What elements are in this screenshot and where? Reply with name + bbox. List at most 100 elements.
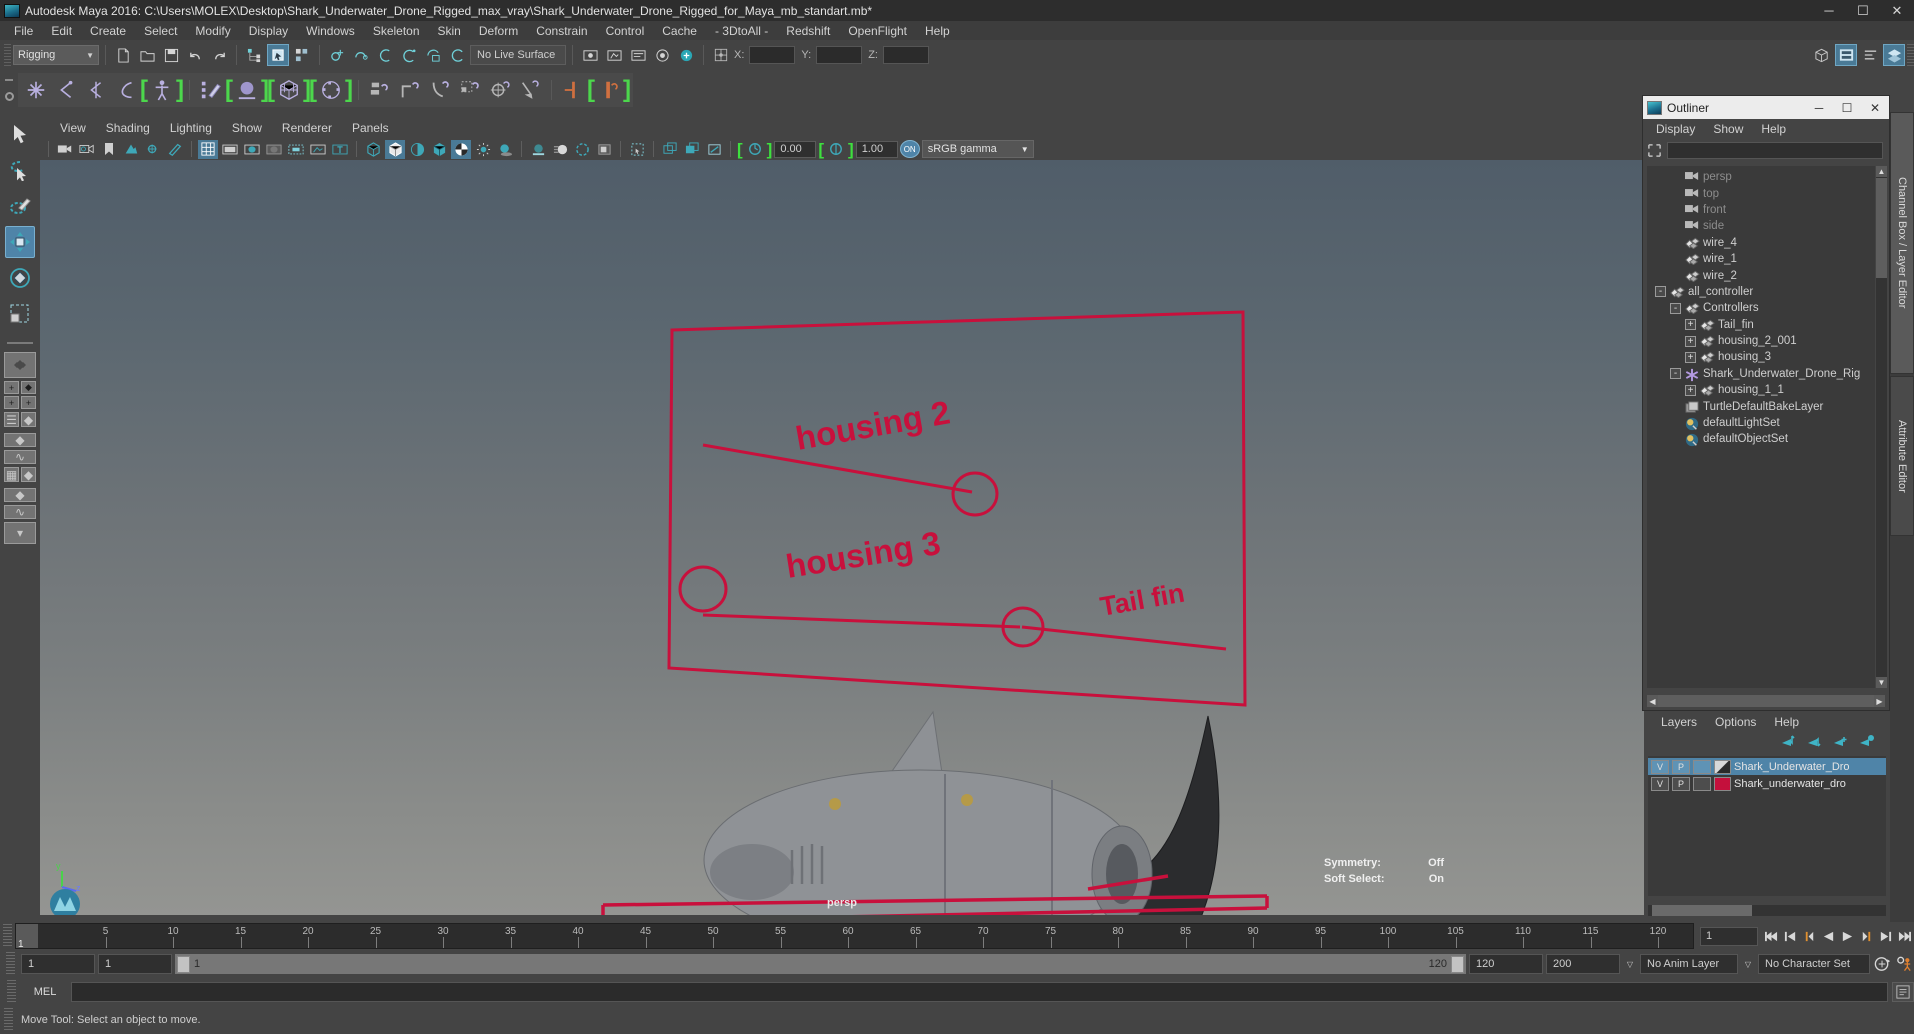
exposure-icon[interactable]	[745, 140, 765, 159]
outliner-menu-display[interactable]: Display	[1647, 121, 1704, 137]
toolbar-grip[interactable]	[4, 44, 11, 66]
snap-to-point-icon[interactable]	[374, 44, 396, 66]
move-layer-up-icon[interactable]	[1780, 734, 1798, 750]
step-back-key-icon[interactable]	[1781, 926, 1800, 946]
layout-trax-editor-icon[interactable]: ∿	[4, 505, 36, 519]
resolution-gate-icon[interactable]	[242, 140, 262, 159]
layer-menu-help[interactable]: Help	[1765, 714, 1808, 730]
layer-playback-toggle[interactable]: P	[1672, 759, 1690, 774]
layout-persp-uv-icon[interactable]: ◆	[4, 488, 36, 502]
new-scene-icon[interactable]	[112, 44, 134, 66]
outliner-search-input[interactable]	[1667, 141, 1883, 159]
menu-openflight[interactable]: OpenFlight	[839, 22, 916, 40]
scrollbar-thumb[interactable]	[1658, 695, 1874, 707]
range-start-field[interactable]: 1	[98, 954, 172, 974]
outliner-tree[interactable]: persp top front side wire_4 wire_1 wire_2- all_…	[1647, 166, 1875, 688]
collapse-icon[interactable]: -	[1670, 368, 1681, 380]
layer-list-hscrollbar[interactable]	[1648, 905, 1886, 916]
scrollbar-thumb[interactable]	[1652, 905, 1752, 916]
screen-space-ao-icon[interactable]	[528, 140, 548, 159]
move-tool-icon[interactable]	[5, 226, 35, 258]
xray-display-icon[interactable]	[308, 140, 328, 159]
outliner-close-icon[interactable]: ✕	[1861, 96, 1889, 119]
layer-visibility-toggle[interactable]: V	[1651, 759, 1669, 774]
select-tool-icon[interactable]	[5, 118, 35, 150]
range-slider[interactable]: 1 120	[175, 954, 1466, 974]
viewport-menu-panels[interactable]: Panels	[342, 120, 399, 136]
select-by-component-type-icon[interactable]	[291, 44, 313, 66]
go-to-end-icon[interactable]	[1895, 926, 1914, 946]
character-set-chevron-icon[interactable]: ▽	[1741, 954, 1755, 974]
script-editor-icon[interactable]	[1892, 982, 1914, 1002]
menu-windows[interactable]: Windows	[297, 22, 364, 40]
auto-key-icon[interactable]	[1873, 954, 1892, 974]
select-camera-icon[interactable]	[55, 140, 75, 159]
layout-four-pane-icon[interactable]: +	[21, 396, 36, 409]
lasso-select-tool-icon[interactable]	[5, 154, 35, 186]
ik-spline-handle-tool-icon[interactable]	[83, 76, 109, 104]
menu-deform[interactable]: Deform	[470, 22, 527, 40]
parent-constraint-icon[interactable]	[367, 76, 393, 104]
outliner-item[interactable]: defaultObjectSet	[1647, 431, 1875, 447]
lattice-deformer-icon[interactable]	[276, 76, 302, 104]
outliner-minimize-icon[interactable]: ─	[1805, 96, 1833, 119]
range-start-handle[interactable]	[177, 955, 190, 973]
aim-constraint-icon[interactable]	[487, 76, 513, 104]
scroll-up-icon[interactable]: ▲	[1876, 166, 1887, 177]
expand-icon[interactable]: +	[1685, 335, 1696, 347]
collapse-icon[interactable]: -	[1670, 302, 1681, 314]
scale-tool-icon[interactable]	[5, 298, 35, 330]
two-d-pan-zoom-icon[interactable]	[143, 140, 163, 159]
collapse-icon[interactable]: -	[1655, 286, 1666, 298]
scale-constraint-icon[interactable]	[457, 76, 483, 104]
duplicate-view-icon[interactable]	[660, 140, 680, 159]
menu-skeleton[interactable]: Skeleton	[364, 22, 429, 40]
step-forward-key-icon[interactable]	[1876, 926, 1895, 946]
coord-z-input[interactable]	[882, 46, 929, 64]
current-frame-field[interactable]: 1	[1700, 926, 1758, 946]
exposure-value-input[interactable]: 0.00	[774, 140, 817, 158]
bind-skin-icon[interactable]	[149, 76, 175, 104]
smooth-mesh-preview-icon[interactable]	[429, 140, 449, 159]
layout-persp-view-icon[interactable]: ◆	[21, 412, 36, 427]
character-set-select[interactable]: No Character Set	[1758, 954, 1870, 974]
paint-skin-weights-icon[interactable]	[198, 76, 224, 104]
minimize-icon[interactable]: ─	[1812, 0, 1846, 21]
viewport-menu-view[interactable]: View	[50, 120, 96, 136]
render-view-icon[interactable]	[579, 44, 601, 66]
camera-attributes-icon[interactable]	[77, 140, 97, 159]
close-icon[interactable]: ✕	[1880, 0, 1914, 21]
outliner-item[interactable]: wire_1	[1647, 251, 1875, 267]
toolbar-grip-right[interactable]	[1907, 44, 1914, 66]
menu-select[interactable]: Select	[135, 22, 186, 40]
coord-y-input[interactable]	[816, 46, 863, 64]
redshift-render-icon[interactable]	[675, 44, 697, 66]
save-scene-icon[interactable]	[160, 44, 182, 66]
range-grip[interactable]	[6, 952, 15, 976]
tab-channel-box-layer-editor[interactable]: Channel Box / Layer Editor	[1890, 112, 1914, 374]
layout-single-perspective-icon[interactable]	[4, 352, 36, 378]
viewport-menu-renderer[interactable]: Renderer	[272, 120, 342, 136]
outliner-item[interactable]: + housing_1_1	[1647, 382, 1875, 398]
layout-persp-icon[interactable]: ◆	[21, 381, 36, 394]
pole-vector-constraint-icon[interactable]	[517, 76, 543, 104]
layer-name[interactable]: Shark_Underwater_Dro	[1734, 761, 1850, 773]
menu-skin[interactable]: Skin	[429, 22, 470, 40]
show-hide-modeling-toolkit-icon[interactable]	[1811, 44, 1833, 66]
outliner-menu-help[interactable]: Help	[1752, 121, 1795, 137]
select-by-hierarchy-icon[interactable]	[243, 44, 265, 66]
cluster-deformer-icon[interactable]	[318, 76, 344, 104]
timeline-track[interactable]: 1 5 10 15 20 25 30 35 40 45 50 55 60 65 70 75 80 85 90 95 1…	[15, 923, 1694, 949]
step-back-frame-icon[interactable]	[1800, 926, 1819, 946]
create-deformer-icon[interactable]	[113, 76, 139, 104]
layer-menu-layers[interactable]: Layers	[1652, 714, 1706, 730]
layer-color-swatch[interactable]	[1714, 759, 1731, 774]
menu-help[interactable]: Help	[916, 22, 959, 40]
menu-file[interactable]: File	[5, 22, 42, 40]
joint-tool-icon[interactable]	[23, 76, 49, 104]
outliner-item[interactable]: defaultLightSet	[1647, 415, 1875, 431]
layout-outliner-icon[interactable]: ☰	[4, 412, 19, 427]
layout-render-view-icon[interactable]: ◆	[21, 467, 36, 482]
outliner-item[interactable]: persp	[1647, 169, 1875, 185]
outliner-item[interactable]: + housing_3	[1647, 349, 1875, 365]
